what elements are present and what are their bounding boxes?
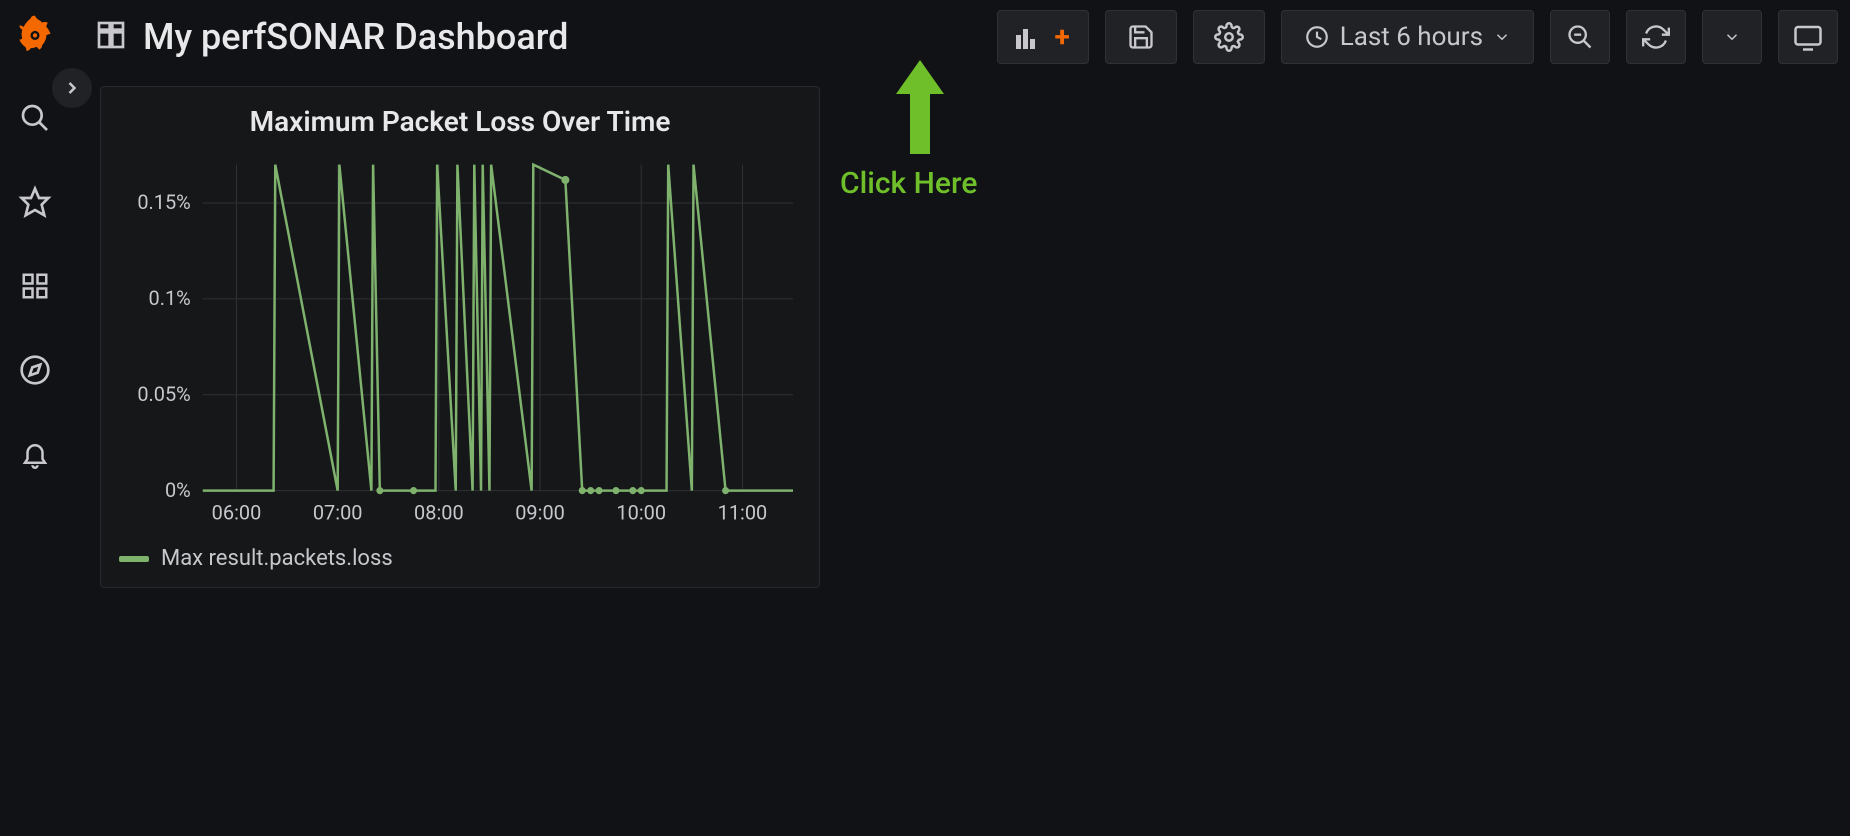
svg-text:09:00: 09:00 [515,500,565,524]
svg-text:0.15%: 0.15% [137,190,190,214]
svg-text:11:00: 11:00 [718,500,768,524]
svg-text:0%: 0% [165,477,191,501]
svg-text:0.05%: 0.05% [137,382,190,406]
chart-plot-area[interactable]: 0% 0.05% 0.1% 0.15% 06:00 07:00 08:00 09:00 10:0… [117,144,803,536]
star-icon[interactable] [15,182,55,222]
grafana-logo-icon[interactable] [15,14,55,54]
chevron-down-icon [1723,28,1741,46]
time-range-button[interactable]: Last 6 hours [1281,10,1534,64]
chart-panel[interactable]: Maximum Packet Loss Over Time 0% 0.05% 0.1… [100,86,820,588]
chevron-down-icon [1493,28,1511,46]
svg-text:0.1%: 0.1% [149,286,191,310]
svg-text:07:00: 07:00 [313,500,363,524]
expand-sidebar-button[interactable] [52,68,92,108]
legend-label: Max result.packets.loss [161,546,393,571]
search-icon[interactable] [15,98,55,138]
dashboard-title[interactable]: My perfSONAR Dashboard [143,16,568,58]
settings-button[interactable] [1193,10,1265,64]
add-panel-button[interactable]: + [997,10,1088,64]
refresh-menu-button[interactable] [1702,10,1762,64]
annotation: Click Here [840,60,1100,220]
zoom-out-button[interactable] [1550,10,1610,64]
legend-swatch [119,556,149,562]
dashboard-grid-icon[interactable] [95,19,127,55]
time-range-label: Last 6 hours [1340,22,1483,52]
svg-text:08:00: 08:00 [414,500,464,524]
svg-text:06:00: 06:00 [212,500,262,524]
bell-icon[interactable] [15,434,55,474]
tv-mode-button[interactable] [1778,10,1838,64]
apps-icon[interactable] [15,266,55,306]
svg-text:10:00: 10:00 [616,500,666,524]
toolbar: My perfSONAR Dashboard + Last 6 hours [95,10,1838,64]
panel-title: Maximum Packet Loss Over Time [101,87,819,144]
title-block: My perfSONAR Dashboard [95,16,981,58]
save-button[interactable] [1105,10,1177,64]
refresh-button[interactable] [1626,10,1686,64]
chart-legend[interactable]: Max result.packets.loss [101,536,819,587]
nav-rail [0,0,70,836]
annotation-text: Click Here [840,166,977,201]
compass-icon[interactable] [15,350,55,390]
